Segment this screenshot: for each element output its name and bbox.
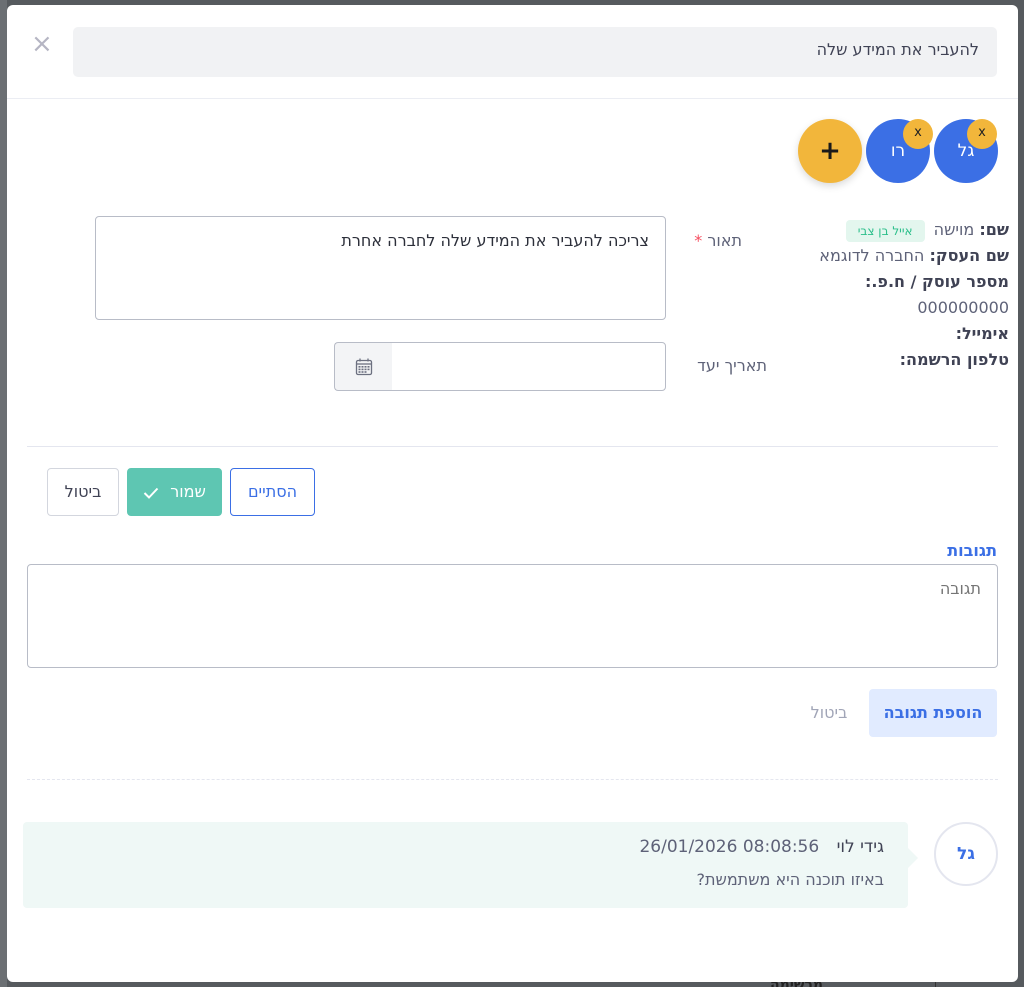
check-icon bbox=[143, 487, 159, 499]
owner-tag[interactable]: אייל בן צבי bbox=[845, 219, 925, 242]
email-row: אימייל: bbox=[689, 321, 1009, 347]
save-label: שמור bbox=[170, 482, 206, 501]
comment-text: באיזו תוכנה היא משתמשת? bbox=[696, 870, 884, 889]
business-id-label: מספר עוסק / ח.פ.: bbox=[864, 272, 1009, 291]
dialog-title-input[interactable]: להעביר את המידע שלה bbox=[73, 27, 997, 77]
save-button[interactable]: שמור bbox=[127, 468, 222, 516]
business-id-value-row: 000000000 bbox=[689, 295, 1009, 321]
description-label: תאור * bbox=[687, 231, 742, 250]
due-date-input[interactable] bbox=[391, 342, 666, 391]
form-divider bbox=[27, 446, 998, 447]
business-value: החברה לדוגמא bbox=[819, 246, 925, 265]
comment-bubble: גידי לוי 26/01/2026 08:08:56 באיזו תוכנה… bbox=[23, 822, 918, 908]
calendar-icon bbox=[355, 358, 373, 376]
description-field[interactable]: צריכה להעביר את המידע שלה לחברה אחרת bbox=[95, 216, 666, 320]
phone-label: טלפון הרשמה: bbox=[899, 350, 1009, 369]
finish-button[interactable]: הסתיים bbox=[230, 468, 315, 516]
comment-author: גידי לוי bbox=[836, 837, 884, 857]
name-label: שם: bbox=[979, 220, 1009, 239]
header-divider bbox=[7, 98, 1018, 99]
business-id-value: 000000000 bbox=[917, 298, 1009, 317]
close-icon[interactable]: × bbox=[31, 31, 53, 57]
comment-avatar: גל bbox=[934, 822, 998, 886]
cancel-response-button[interactable]: ביטול bbox=[797, 689, 861, 737]
task-dialog: × להעביר את המידע שלה גל x רו x + שם: מו… bbox=[7, 5, 1018, 982]
email-label: אימייל: bbox=[955, 324, 1009, 343]
add-response-button[interactable]: הוספת תגובה bbox=[869, 689, 997, 737]
description-label-text: תאור bbox=[707, 231, 742, 250]
responses-title: תגובות bbox=[947, 541, 997, 560]
remove-assignee-button[interactable]: x bbox=[903, 119, 933, 149]
required-mark: * bbox=[694, 231, 703, 250]
business-id-row: מספר עוסק / ח.פ.: bbox=[689, 269, 1009, 295]
name-value: מוישה bbox=[933, 220, 975, 239]
due-date-label: תאריך יעד bbox=[697, 356, 767, 375]
response-input[interactable] bbox=[27, 564, 998, 668]
background-page-strip bbox=[0, 0, 7, 987]
comment-timestamp: 26/01/2026 08:08:56 bbox=[639, 837, 820, 857]
comments-divider bbox=[27, 779, 998, 780]
remove-assignee-button[interactable]: x bbox=[967, 119, 997, 149]
add-assignee-button[interactable]: + bbox=[798, 119, 862, 183]
business-label: שם העסק: bbox=[929, 246, 1009, 265]
assignee-initials: רו bbox=[890, 141, 906, 161]
cancel-button[interactable]: ביטול bbox=[47, 468, 119, 516]
comment-meta: גידי לוי 26/01/2026 08:08:56 bbox=[23, 832, 884, 862]
calendar-button[interactable] bbox=[334, 342, 392, 391]
